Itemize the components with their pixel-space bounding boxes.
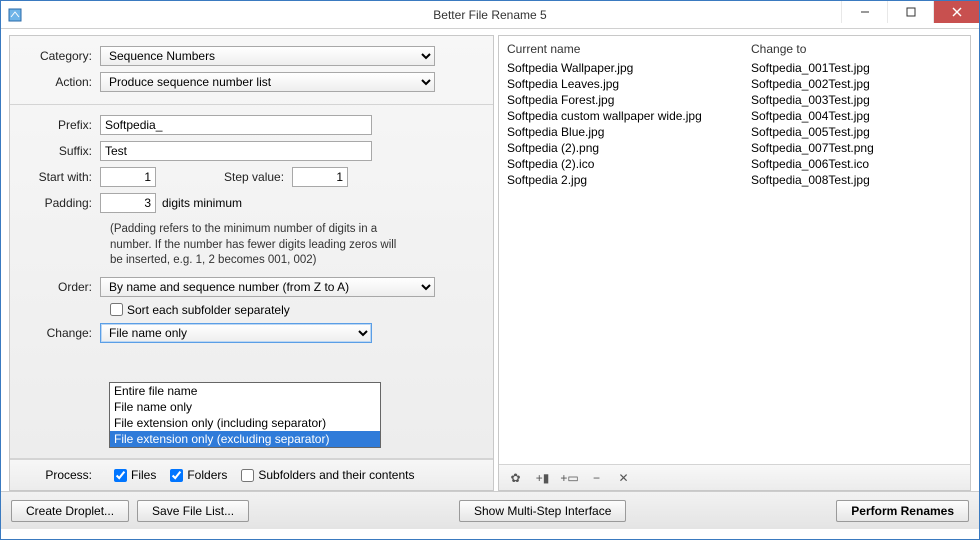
action-label: Action: [20,75,100,89]
column-change-to[interactable]: Change to [751,42,806,56]
window-title: Better File Rename 5 [1,8,979,22]
change-to-cell: Softpedia_003Test.jpg [751,92,962,108]
change-option[interactable]: File extension only (including separator… [110,415,380,431]
add-folder-icon[interactable]: +▭ [563,471,576,484]
file-list-body[interactable]: Softpedia Wallpaper.jpgSoftpedia_001Test… [499,60,970,464]
change-to-cell: Softpedia_002Test.jpg [751,76,962,92]
table-row[interactable]: Softpedia 2.jpgSoftpedia_008Test.jpg [507,172,962,188]
perform-renames-button[interactable]: Perform Renames [836,500,969,522]
app-icon [7,7,23,23]
table-row[interactable]: Softpedia Blue.jpgSoftpedia_005Test.jpg [507,124,962,140]
settings-panel: Category: Sequence Numbers Action: Produ… [9,35,494,491]
column-current-name[interactable]: Current name [507,42,751,56]
table-row[interactable]: Softpedia (2).pngSoftpedia_007Test.png [507,140,962,156]
table-row[interactable]: Softpedia Leaves.jpgSoftpedia_002Test.jp… [507,76,962,92]
change-to-cell: Softpedia_007Test.png [751,140,962,156]
suffix-input[interactable] [100,141,372,161]
current-name-cell: Softpedia 2.jpg [507,172,751,188]
start-with-label: Start with: [20,170,100,184]
close-button[interactable] [933,1,979,23]
remove-icon[interactable]: − [590,471,603,484]
gear-icon[interactable]: ✿ [509,471,522,484]
current-name-cell: Softpedia (2).ico [507,156,751,172]
change-label: Change: [20,326,100,340]
order-label: Order: [20,280,100,294]
padding-input[interactable] [100,193,156,213]
process-files-label: Files [131,468,156,482]
change-to-cell: Softpedia_004Test.jpg [751,108,962,124]
create-droplet-button[interactable]: Create Droplet... [11,500,129,522]
clear-icon[interactable]: ✕ [617,471,630,484]
current-name-cell: Softpedia custom wallpaper wide.jpg [507,108,751,124]
current-name-cell: Softpedia Wallpaper.jpg [507,60,751,76]
bottom-toolbar: Create Droplet... Save File List... Show… [1,491,979,529]
action-select[interactable]: Produce sequence number list [100,72,435,92]
change-option[interactable]: Entire file name [110,383,380,399]
step-value-label: Step value: [216,170,292,184]
current-name-cell: Softpedia (2).png [507,140,751,156]
category-label: Category: [20,49,100,63]
start-with-input[interactable] [100,167,156,187]
change-option[interactable]: File extension only (excluding separator… [110,431,380,447]
show-multistep-button[interactable]: Show Multi-Step Interface [459,500,626,522]
process-subfolders-checkbox[interactable] [241,469,254,482]
padding-label: Padding: [20,196,100,210]
save-file-list-button[interactable]: Save File List... [137,500,249,522]
change-to-cell: Softpedia_006Test.ico [751,156,962,172]
minimize-button[interactable] [841,1,887,23]
step-value-input[interactable] [292,167,348,187]
prefix-input[interactable] [100,115,372,135]
change-select[interactable]: File name only [100,323,372,343]
process-subfolders-label: Subfolders and their contents [258,468,414,482]
padding-hint: (Padding refers to the minimum number of… [110,219,410,277]
table-row[interactable]: Softpedia Forest.jpgSoftpedia_003Test.jp… [507,92,962,108]
change-to-cell: Softpedia_001Test.jpg [751,60,962,76]
process-label: Process: [20,468,100,482]
maximize-button[interactable] [887,1,933,23]
process-folders-label: Folders [187,468,227,482]
sort-subfolder-checkbox[interactable] [110,303,123,316]
sort-subfolder-label: Sort each subfolder separately [123,303,290,317]
digits-minimum-label: digits minimum [156,196,242,210]
process-folders-checkbox[interactable] [170,469,183,482]
current-name-cell: Softpedia Forest.jpg [507,92,751,108]
current-name-cell: Softpedia Blue.jpg [507,124,751,140]
current-name-cell: Softpedia Leaves.jpg [507,76,751,92]
order-select[interactable]: By name and sequence number (from Z to A… [100,277,435,297]
change-to-cell: Softpedia_005Test.jpg [751,124,962,140]
change-option[interactable]: File name only [110,399,380,415]
process-files-checkbox[interactable] [114,469,127,482]
titlebar: Better File Rename 5 [1,1,979,29]
add-file-icon[interactable]: +▮ [536,471,549,484]
table-row[interactable]: Softpedia custom wallpaper wide.jpgSoftp… [507,108,962,124]
prefix-label: Prefix: [20,118,100,132]
change-dropdown-list[interactable]: Entire file nameFile name onlyFile exten… [109,382,381,448]
suffix-label: Suffix: [20,144,100,158]
category-select[interactable]: Sequence Numbers [100,46,435,66]
table-row[interactable]: Softpedia Wallpaper.jpgSoftpedia_001Test… [507,60,962,76]
change-to-cell: Softpedia_008Test.jpg [751,172,962,188]
table-row[interactable]: Softpedia (2).icoSoftpedia_006Test.ico [507,156,962,172]
file-list: Current name Change to Softpedia Wallpap… [498,35,971,491]
